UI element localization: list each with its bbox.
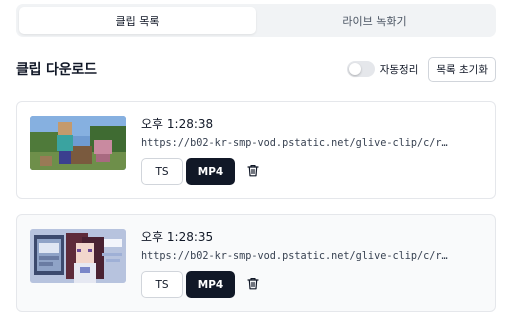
trash-icon <box>247 162 259 181</box>
reset-list-button[interactable]: 목록 초기화 <box>428 56 496 82</box>
tab-clip-list[interactable]: 클립 목록 <box>19 7 256 34</box>
toggle-switch[interactable] <box>346 61 375 77</box>
download-mp4-button[interactable]: MP4 <box>186 271 235 298</box>
clip-thumbnail <box>30 116 126 170</box>
clip-thumbnail <box>30 229 126 283</box>
clip-info: 오후 1:28:38 https://b02-kr-smp-vod.pstati… <box>141 116 486 185</box>
auto-cleanup-toggle[interactable]: 자동정리 <box>346 61 419 77</box>
download-ts-button[interactable]: TS <box>141 158 183 185</box>
delete-clip-button[interactable] <box>241 158 265 185</box>
clip-time: 오후 1:28:38 <box>141 117 214 131</box>
trash-icon <box>247 275 259 294</box>
toggle-label: 자동정리 <box>379 63 419 76</box>
download-mp4-button[interactable]: MP4 <box>186 158 235 185</box>
clip-card: 오후 1:28:35 https://b02-kr-smp-vod.pstati… <box>16 214 496 312</box>
page-title: 클립 다운로드 <box>16 62 97 78</box>
clip-actions: TS MP4 <box>141 158 486 185</box>
clip-url[interactable]: https://b02-kr-smp-vod.pstatic.net/glive… <box>141 250 486 264</box>
download-ts-button[interactable]: TS <box>141 271 183 298</box>
clip-card: 오후 1:28:38 https://b02-kr-smp-vod.pstati… <box>16 101 496 199</box>
toggle-knob <box>348 63 361 75</box>
clip-info: 오후 1:28:35 https://b02-kr-smp-vod.pstati… <box>141 229 486 298</box>
clip-actions: TS MP4 <box>141 271 486 298</box>
clip-url[interactable]: https://b02-kr-smp-vod.pstatic.net/glive… <box>141 137 486 151</box>
tab-bar: 클립 목록 라이브 녹화기 <box>16 4 496 37</box>
tab-live-recorder[interactable]: 라이브 녹화기 <box>256 7 493 34</box>
delete-clip-button[interactable] <box>241 271 265 298</box>
clip-time: 오후 1:28:35 <box>141 230 214 244</box>
section-header: 클립 다운로드 자동정리 목록 초기화 <box>16 56 496 82</box>
